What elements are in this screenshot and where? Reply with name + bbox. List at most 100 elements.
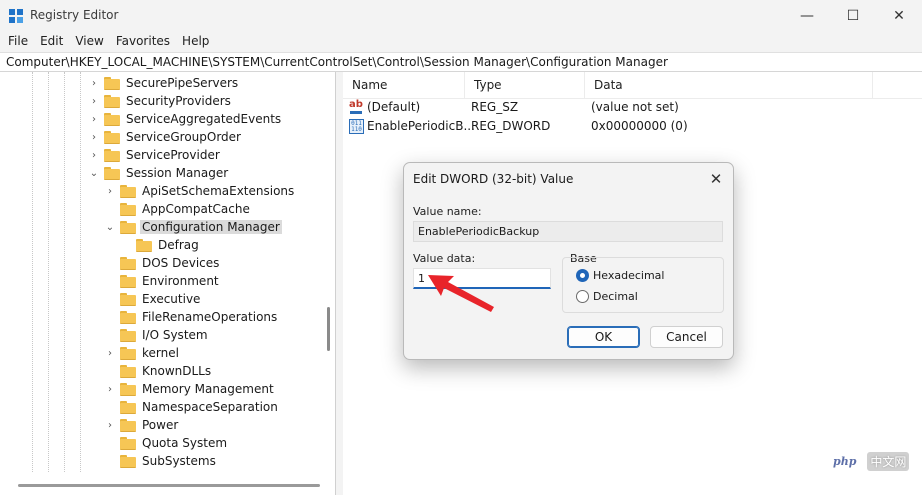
tree-item[interactable]: › kernel (104, 344, 181, 362)
folder-icon (120, 328, 136, 342)
list-row[interactable]: 011 110 EnablePeriodicB... REG_DWORD 0x0… (343, 117, 922, 136)
tree-guide-line (64, 72, 65, 472)
tree-item-label: AppCompatCache (142, 202, 250, 216)
folder-icon (104, 130, 120, 144)
tree-item[interactable]: ⌄ Configuration Manager (104, 218, 282, 236)
registry-editor-icon (9, 9, 23, 23)
tree-item[interactable]: DOS Devices (104, 254, 221, 272)
tree-item[interactable]: › Power (104, 416, 180, 434)
tree-item[interactable]: ⌄ Session Manager (88, 164, 230, 182)
tree-guide-line (80, 72, 81, 472)
tree-item[interactable]: FileRenameOperations (104, 308, 279, 326)
watermark: php 中文网 (828, 452, 910, 471)
tree-item[interactable]: Quota System (104, 434, 229, 452)
chevron-right-icon[interactable]: › (88, 96, 100, 107)
chevron-right-icon[interactable]: › (104, 348, 116, 359)
tree-item[interactable]: › Memory Management (104, 380, 276, 398)
tree-item[interactable]: AppCompatCache (104, 200, 252, 218)
tree-item[interactable]: Environment (104, 272, 221, 290)
column-header-data[interactable]: Data (585, 72, 873, 99)
address-bar[interactable]: Computer\HKEY_LOCAL_MACHINE\SYSTEM\Curre… (0, 52, 922, 72)
chevron-right-icon[interactable]: › (88, 114, 100, 125)
column-header-name[interactable]: Name (343, 72, 465, 99)
minimize-button[interactable]: — (784, 0, 830, 31)
folder-icon (120, 382, 136, 396)
maximize-button[interactable]: ☐ (830, 0, 876, 31)
folder-icon (120, 220, 136, 234)
binary-value-icon: 011 110 (349, 119, 364, 134)
radio-decimal[interactable]: Decimal (576, 290, 638, 303)
tree-item[interactable]: Executive (104, 290, 202, 308)
tree-item-label: ServiceGroupOrder (126, 130, 241, 144)
tree-item-label: Environment (142, 274, 219, 288)
radio-hexadecimal[interactable]: Hexadecimal (576, 269, 664, 282)
radio-label: Hexadecimal (593, 269, 665, 282)
tree-item[interactable]: › ServiceAggregatedEvents (88, 110, 283, 128)
menu-file[interactable]: File (2, 31, 34, 51)
tree-item-label: Power (142, 418, 179, 432)
tree-item-label: KnownDLLs (142, 364, 212, 378)
dialog-close-button[interactable]: ✕ (706, 169, 726, 189)
tree-item[interactable]: I/O System (104, 326, 210, 344)
chevron-right-icon[interactable]: › (88, 132, 100, 143)
edit-dword-dialog: Edit DWORD (32-bit) Value ✕ Value name: … (403, 162, 734, 360)
tree-item-label: ServiceProvider (126, 148, 220, 162)
tree-item-label: Memory Management (142, 382, 274, 396)
chevron-down-icon[interactable]: ⌄ (88, 168, 100, 179)
value-data: (value not set) (591, 100, 679, 114)
window-title: Registry Editor (30, 8, 119, 22)
folder-icon (104, 112, 120, 126)
tree-item[interactable]: › ServiceProvider (88, 146, 222, 164)
registry-tree: › SecurePipeServers › SecurityProviders › Ser… (0, 72, 336, 495)
tree-item-label: Defrag (158, 238, 199, 252)
value-type: REG_DWORD (471, 119, 551, 133)
tree-item[interactable]: › ServiceGroupOrder (88, 128, 243, 146)
menu-view[interactable]: View (69, 31, 109, 51)
folder-icon (120, 310, 136, 324)
tree-item[interactable]: › ApiSetSchemaExtensions (104, 182, 296, 200)
chevron-right-icon[interactable]: › (104, 384, 116, 395)
ok-button[interactable]: OK (567, 326, 640, 348)
column-header-type[interactable]: Type (465, 72, 585, 99)
tree-vertical-scrollbar[interactable] (327, 307, 330, 351)
tree-item-label: ServiceAggregatedEvents (126, 112, 282, 126)
folder-icon (104, 76, 120, 90)
menu-edit[interactable]: Edit (34, 31, 69, 51)
value-name-field: EnablePeriodicBackup (413, 221, 723, 242)
folder-icon (104, 148, 120, 162)
close-icon: ✕ (709, 170, 723, 188)
tree-item[interactable]: › SecurePipeServers (88, 74, 240, 92)
tree-item-label: Executive (142, 292, 201, 306)
minimize-icon: — (800, 7, 814, 24)
radio-label: Decimal (593, 290, 638, 303)
tree-horizontal-scrollbar[interactable] (18, 484, 320, 487)
folder-icon (120, 184, 136, 198)
value-name-label: Value name: (413, 205, 482, 218)
chevron-right-icon[interactable]: › (88, 150, 100, 161)
tree-item[interactable]: NamespaceSeparation (104, 398, 280, 416)
tree-item-label: FileRenameOperations (142, 310, 278, 324)
tree-item[interactable]: KnownDLLs (104, 362, 213, 380)
tree-item-label: Quota System (142, 436, 228, 450)
menu-help[interactable]: Help (176, 31, 215, 51)
list-row[interactable]: ab (Default) REG_SZ (value not set) (343, 98, 922, 117)
cancel-button[interactable]: Cancel (650, 326, 723, 348)
base-groupbox (562, 257, 724, 313)
chevron-down-icon[interactable]: ⌄ (104, 222, 116, 233)
tree-item[interactable]: › SecurityProviders (88, 92, 233, 110)
chevron-right-icon[interactable]: › (88, 78, 100, 89)
value-name: EnablePeriodicB... (367, 119, 475, 133)
tree-item[interactable]: SubSystems (104, 452, 218, 470)
folder-icon (120, 436, 136, 450)
menu-favorites[interactable]: Favorites (110, 31, 176, 51)
annotation-arrow-icon (428, 275, 494, 312)
folder-icon (136, 238, 152, 252)
tree-item-label: I/O System (142, 328, 208, 342)
chevron-right-icon[interactable]: › (104, 420, 116, 431)
tree-item[interactable]: Defrag (120, 236, 201, 254)
folder-icon (120, 400, 136, 414)
title-bar: Registry Editor — ☐ ✕ (0, 0, 922, 31)
close-button[interactable]: ✕ (876, 0, 922, 31)
tree-item-label: NamespaceSeparation (142, 400, 278, 414)
chevron-right-icon[interactable]: › (104, 186, 116, 197)
